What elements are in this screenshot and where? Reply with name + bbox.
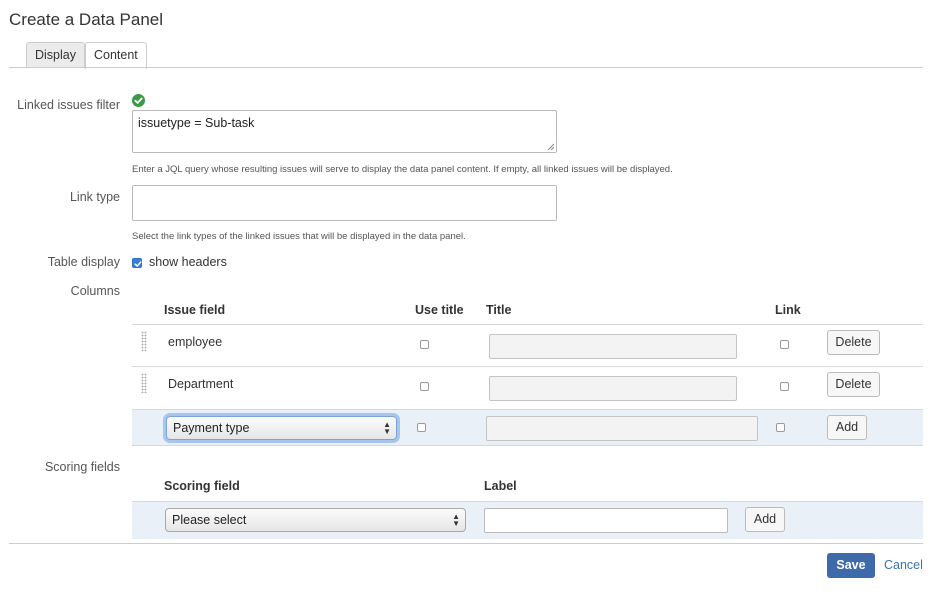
- title-input[interactable]: [489, 376, 737, 401]
- save-button[interactable]: Save: [827, 553, 875, 578]
- select-arrows-icon: ▲ ▼: [383, 420, 391, 436]
- drag-handle-icon[interactable]: [141, 373, 147, 393]
- link-type-label: Link type: [69, 190, 120, 204]
- col-header-scoring-field: Scoring field: [164, 479, 240, 493]
- col-header-link: Link: [775, 303, 801, 317]
- col-header-issue-field: Issue field: [164, 303, 226, 317]
- tab-content[interactable]: Content: [85, 42, 147, 69]
- delete-button[interactable]: Delete: [827, 330, 880, 355]
- tab-bar: Display Content: [26, 42, 147, 69]
- scoring-label-input[interactable]: [484, 508, 728, 533]
- linked-issues-filter-help: Enter a JQL query whose resulting issues…: [132, 164, 673, 175]
- table-display-label: Table display: [47, 255, 120, 269]
- row-divider: [132, 366, 923, 367]
- issue-field-select-value: Payment type: [173, 421, 250, 435]
- add-column-button[interactable]: Add: [827, 415, 867, 440]
- link-type-input[interactable]: [132, 185, 557, 221]
- issue-field-select[interactable]: Payment type ▲ ▼: [166, 416, 397, 440]
- new-title-input[interactable]: [486, 416, 758, 441]
- col-header-label: Label: [484, 479, 517, 493]
- scoring-field-select[interactable]: Please select ▲ ▼: [165, 508, 466, 532]
- show-headers-label: show headers: [149, 255, 227, 269]
- cancel-link[interactable]: Cancel: [884, 558, 923, 572]
- new-link-checkbox[interactable]: [776, 423, 785, 432]
- tab-display[interactable]: Display: [26, 42, 85, 68]
- columns-label: Columns: [70, 284, 120, 298]
- link-checkbox[interactable]: [780, 340, 789, 349]
- linked-issues-filter-textarea[interactable]: issuetype = Sub-task: [132, 110, 557, 153]
- show-headers-checkbox[interactable]: [132, 258, 142, 268]
- use-title-checkbox[interactable]: [420, 340, 429, 349]
- tab-divider: [9, 67, 923, 68]
- col-header-use-title: Use title: [415, 303, 464, 317]
- row-field-name: employee: [168, 335, 223, 349]
- linked-issues-filter-value: issuetype = Sub-task: [138, 116, 255, 130]
- drag-handle-icon[interactable]: [141, 331, 147, 351]
- select-arrows-icon: ▲ ▼: [452, 512, 460, 528]
- linked-issues-filter-label: Linked issues filter: [17, 98, 120, 112]
- delete-button[interactable]: Delete: [827, 372, 880, 397]
- scoring-field-select-value: Please select: [172, 513, 247, 527]
- row-field-name: Department: [168, 377, 234, 391]
- link-checkbox[interactable]: [780, 382, 789, 391]
- page-title: Create a Data Panel: [9, 10, 164, 29]
- check-circle-icon: [132, 94, 145, 107]
- resize-handle-icon[interactable]: [547, 143, 554, 150]
- add-scoring-button[interactable]: Add: [745, 507, 785, 532]
- title-input[interactable]: [489, 334, 737, 359]
- footer-divider: [9, 543, 923, 544]
- link-type-help: Select the link types of the linked issu…: [132, 231, 466, 242]
- columns-header-divider: [132, 324, 923, 325]
- use-title-checkbox[interactable]: [420, 382, 429, 391]
- scoring-fields-label: Scoring fields: [44, 460, 120, 474]
- col-header-title: Title: [486, 303, 512, 317]
- new-use-title-checkbox[interactable]: [417, 423, 426, 432]
